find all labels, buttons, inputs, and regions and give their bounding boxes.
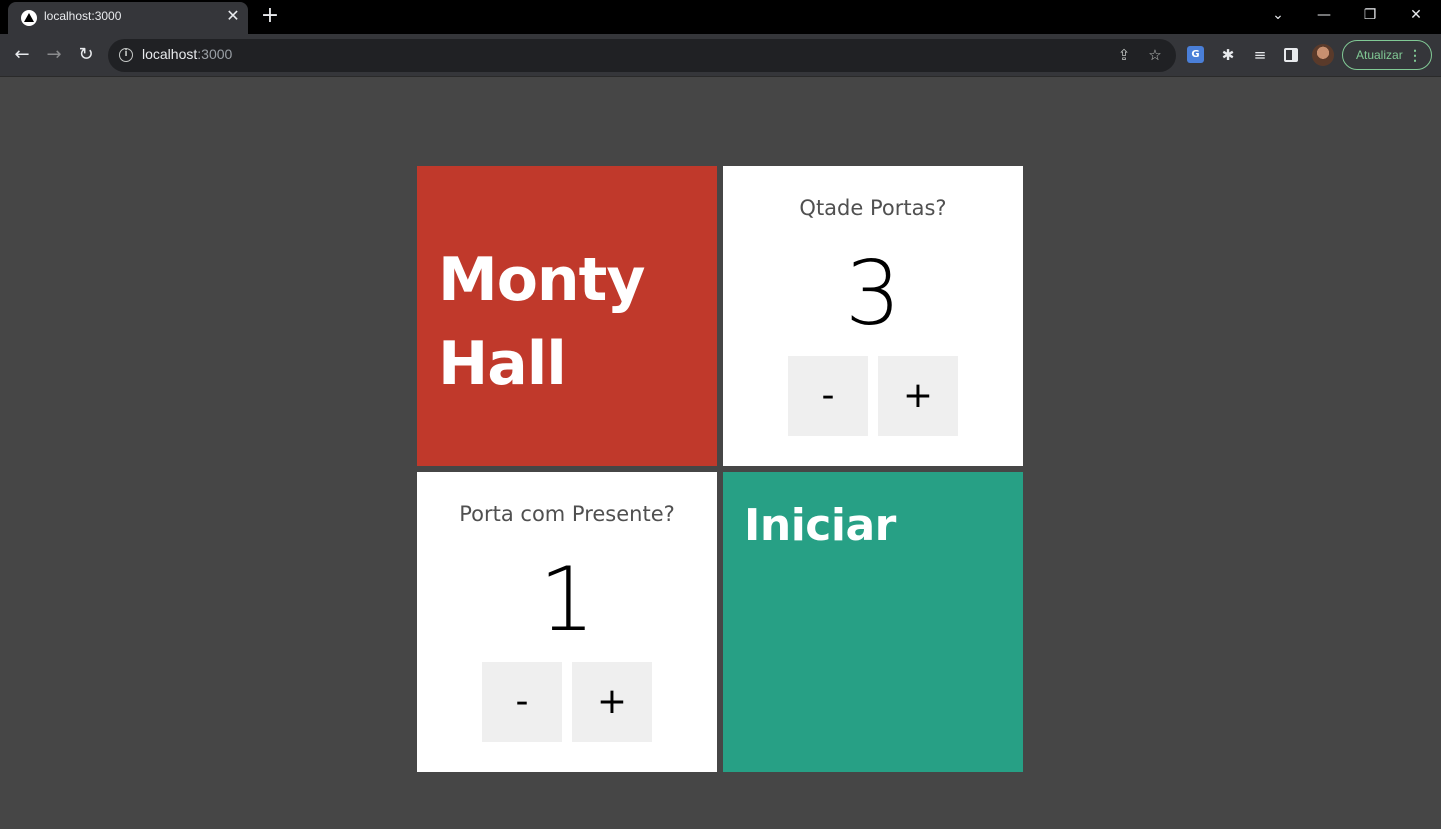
address-bar[interactable]: i localhost:3000 ⇪ ☆ bbox=[108, 39, 1176, 72]
update-button[interactable]: Atualizar ⋮ bbox=[1342, 40, 1432, 70]
doors-increment-button[interactable]: + bbox=[878, 356, 958, 436]
gift-door-card: Porta com Presente? 1 - + bbox=[417, 472, 717, 772]
browser-titlebar: localhost:3000 ✕ + ⌄ — ❐ ✕ bbox=[0, 0, 1441, 34]
restore-window-icon[interactable]: ❐ bbox=[1347, 0, 1393, 30]
url-text: localhost:3000 bbox=[142, 46, 233, 62]
nextjs-favicon-icon bbox=[21, 10, 37, 26]
share-icon[interactable]: ⇪ bbox=[1113, 44, 1135, 66]
media-icon[interactable]: ≡ bbox=[1248, 43, 1272, 67]
doors-count-card: Qtade Portas? 3 - + bbox=[723, 166, 1023, 466]
avatar[interactable] bbox=[1312, 44, 1334, 66]
gift-door-label: Porta com Presente? bbox=[459, 502, 675, 526]
tab-search-chevron-icon[interactable]: ⌄ bbox=[1255, 0, 1301, 30]
doors-decrement-button[interactable]: - bbox=[788, 356, 868, 436]
start-button[interactable]: Iniciar bbox=[723, 472, 1023, 772]
title-card: Monty Hall bbox=[417, 166, 717, 466]
doors-count-label: Qtade Portas? bbox=[799, 196, 947, 220]
minimize-window-icon[interactable]: — bbox=[1301, 0, 1347, 30]
app-title: Monty Hall bbox=[438, 245, 645, 399]
gift-decrement-button[interactable]: - bbox=[482, 662, 562, 742]
start-label: Iniciar bbox=[744, 500, 896, 551]
browser-toolbar: ← → ↻ i localhost:3000 ⇪ ☆ G ✱ ≡ Atualiz… bbox=[0, 34, 1441, 77]
close-window-icon[interactable]: ✕ bbox=[1393, 0, 1439, 30]
doors-count-value: 3 bbox=[845, 242, 901, 345]
more-icon[interactable]: ⋮ bbox=[1408, 41, 1422, 69]
side-panel-icon[interactable] bbox=[1284, 48, 1298, 62]
gift-increment-button[interactable]: + bbox=[572, 662, 652, 742]
extensions-icon[interactable]: ✱ bbox=[1216, 43, 1240, 67]
gift-door-value: 1 bbox=[539, 548, 595, 651]
tab-title: localhost:3000 bbox=[44, 9, 122, 23]
info-icon[interactable]: i bbox=[119, 48, 133, 62]
translate-icon[interactable]: G bbox=[1187, 46, 1204, 63]
star-icon[interactable]: ☆ bbox=[1144, 44, 1166, 66]
browser-tab[interactable]: localhost:3000 ✕ bbox=[8, 2, 248, 34]
forward-arrow-icon[interactable]: → bbox=[40, 41, 68, 69]
back-arrow-icon[interactable]: ← bbox=[8, 41, 36, 69]
new-tab-button[interactable]: + bbox=[258, 5, 282, 29]
reload-icon[interactable]: ↻ bbox=[72, 41, 100, 69]
update-label: Atualizar bbox=[1356, 48, 1403, 62]
close-tab-icon[interactable]: ✕ bbox=[223, 6, 243, 26]
